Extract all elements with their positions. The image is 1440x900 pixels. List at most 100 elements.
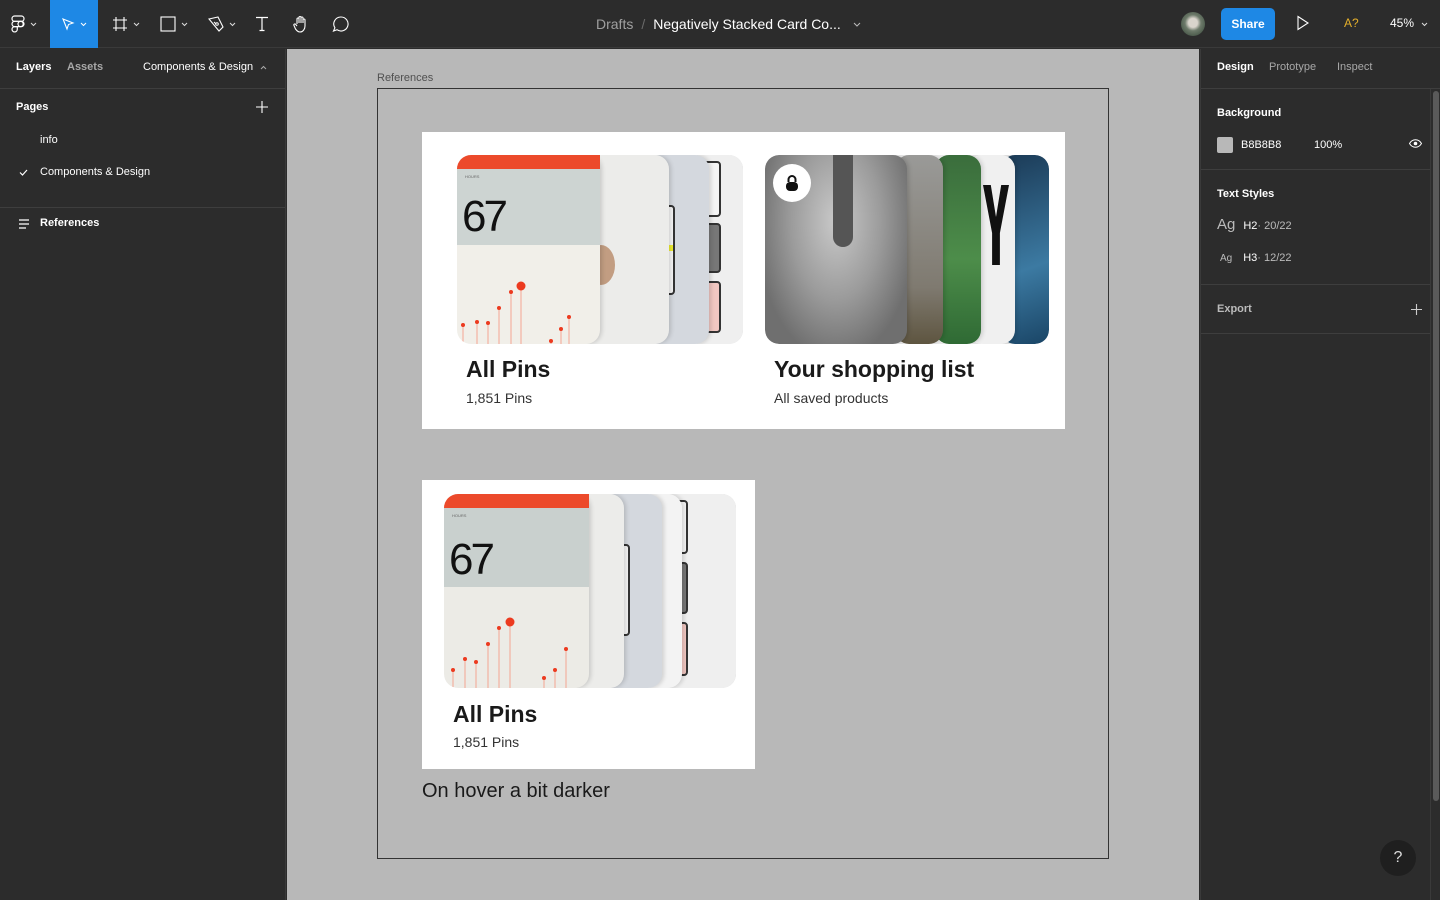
frame-label[interactable]: References	[377, 72, 433, 84]
main-menu-button[interactable]	[0, 0, 48, 48]
help-icon: ?	[1393, 849, 1403, 866]
frame-icon	[113, 17, 127, 31]
text-style-sample: Ag	[1217, 216, 1236, 233]
card-title: All Pins	[453, 701, 538, 727]
text-style-name: H3	[1243, 252, 1258, 264]
present-button[interactable]	[1296, 15, 1310, 36]
lollipop-chart	[451, 617, 568, 688]
text-style-sample: Ag	[1220, 253, 1233, 264]
card-title: Your shopping list	[774, 356, 975, 382]
rectangle-icon	[160, 16, 176, 32]
toolbar: Drafts / Negatively Stacked Card Co... S…	[0, 0, 1440, 48]
file-title: Drafts / Negatively Stacked Card Co...	[596, 0, 861, 48]
layer-item-references[interactable]: References	[0, 208, 285, 240]
chevron-up-icon	[260, 65, 267, 70]
frame-tool-button[interactable]	[108, 0, 144, 48]
tab-inspect[interactable]: Inspect	[1337, 61, 1372, 73]
zoom-level: 45%	[1390, 16, 1415, 30]
text-style-h3[interactable]: Ag H3 · 12/22	[1217, 252, 1292, 264]
add-page-icon[interactable]	[256, 101, 268, 113]
text-styles-section: Text Styles Ag H2 · 20/22 Ag H3 · 12/22	[1201, 170, 1440, 285]
eye-icon[interactable]	[1409, 139, 1422, 148]
layers-panel: Layers Assets Components & Design Pages …	[0, 49, 286, 900]
references-frame[interactable]: HOURS 67 All Pins 1,851 Pins Your shoppi…	[377, 88, 1109, 859]
page-item-label: Components & Design	[40, 166, 151, 178]
tab-design[interactable]: Design	[1217, 61, 1254, 73]
shape-tool-button[interactable]	[156, 0, 192, 48]
board-card-hover[interactable]: HOURS 67 All Pins 1,851 Pins	[422, 480, 755, 769]
background-hex-input[interactable]: B8B8B8	[1241, 139, 1281, 151]
tab-layers[interactable]: Layers	[16, 61, 51, 73]
play-icon	[1297, 15, 1310, 31]
text-style-h2[interactable]: Ag H2 · 20/22	[1217, 216, 1292, 233]
page-item-info[interactable]: info	[0, 125, 285, 157]
card-subtitle: 1,851 Pins	[466, 390, 533, 406]
shopping-preview-stack[interactable]	[765, 155, 1049, 344]
text-style-meta: · 12/22	[1257, 252, 1292, 264]
breadcrumb-drafts[interactable]: Drafts	[596, 16, 633, 32]
file-name[interactable]: Negatively Stacked Card Co...	[653, 16, 841, 32]
background-section: Background B8B8B8 100%	[1201, 89, 1440, 170]
pen-tool-button[interactable]	[204, 0, 240, 48]
hand-tool-button[interactable]	[289, 0, 313, 48]
lollipop-chart	[461, 281, 571, 344]
chevron-down-icon	[80, 22, 87, 26]
export-section: Export	[1201, 285, 1440, 334]
chevron-down-icon	[30, 22, 37, 26]
pages-header: Pages	[0, 89, 285, 125]
board-cards-row: HOURS 67 All Pins 1,851 Pins Your shoppi…	[422, 132, 1065, 429]
preview-mouse	[765, 155, 907, 344]
page-selector[interactable]: Components & Design	[143, 61, 267, 73]
page-item-label: info	[40, 134, 58, 146]
background-color-swatch[interactable]	[1217, 137, 1233, 153]
canvas[interactable]: References HOURS 67 All Pins 1,851 Pins …	[287, 49, 1199, 900]
move-cursor-icon	[62, 18, 75, 31]
text-style-name: H2	[1243, 220, 1258, 232]
comment-icon	[332, 16, 349, 32]
design-panel: Design Prototype Inspect Background B8B8…	[1200, 49, 1440, 900]
text-styles-heading: Text Styles	[1217, 188, 1275, 200]
hand-icon	[293, 15, 306, 33]
lock-badge	[773, 164, 811, 202]
tab-prototype[interactable]: Prototype	[1269, 61, 1316, 73]
preview-label: HOURS	[465, 174, 480, 179]
layer-label: References	[40, 217, 100, 229]
tab-assets[interactable]: Assets	[67, 61, 103, 73]
checkmark-icon	[19, 169, 28, 176]
left-panel-tabs: Layers Assets Components & Design	[0, 49, 285, 89]
card-subtitle: All saved products	[774, 390, 889, 406]
missing-fonts-indicator[interactable]: A?	[1344, 16, 1359, 30]
background-opacity-input[interactable]: 100%	[1314, 139, 1342, 151]
right-panel-tabs: Design Prototype Inspect	[1201, 49, 1440, 89]
preview-chart-card: HOURS 67	[444, 494, 589, 688]
chevron-down-icon[interactable]	[853, 22, 861, 27]
chevron-down-icon	[181, 22, 188, 26]
pin-preview-stack: HOURS 67	[444, 494, 736, 688]
text-icon	[256, 16, 268, 32]
text-tool-button[interactable]	[250, 0, 274, 48]
page-item-components-design[interactable]: Components & Design	[0, 157, 285, 189]
card-title: All Pins	[466, 356, 551, 382]
preview-number: 67	[449, 535, 495, 584]
lock-icon	[786, 174, 798, 191]
pen-icon	[208, 16, 224, 32]
zoom-dropdown[interactable]: 45%	[1390, 16, 1428, 30]
preview-number: 67	[462, 192, 508, 241]
pin-preview-stack[interactable]: HOURS 67	[457, 155, 743, 344]
figma-logo-icon	[11, 15, 25, 33]
page-selector-label: Components & Design	[143, 61, 254, 73]
chevron-down-icon	[229, 22, 236, 26]
chevron-down-icon	[133, 22, 140, 26]
comment-tool-button[interactable]	[329, 0, 353, 48]
add-export-icon[interactable]	[1411, 304, 1422, 315]
help-button[interactable]: ?	[1380, 840, 1416, 876]
hover-note-text[interactable]: On hover a bit darker	[422, 780, 610, 803]
share-button[interactable]: Share	[1221, 8, 1275, 40]
card-subtitle: 1,851 Pins	[453, 734, 520, 750]
scrollbar-thumb[interactable]	[1433, 91, 1439, 801]
move-tool-button[interactable]	[50, 0, 98, 48]
panel-scrollbar[interactable]	[1430, 89, 1440, 900]
chevron-down-icon	[1422, 22, 1428, 27]
user-avatar[interactable]	[1181, 12, 1205, 36]
breadcrumb-separator: /	[641, 16, 646, 32]
